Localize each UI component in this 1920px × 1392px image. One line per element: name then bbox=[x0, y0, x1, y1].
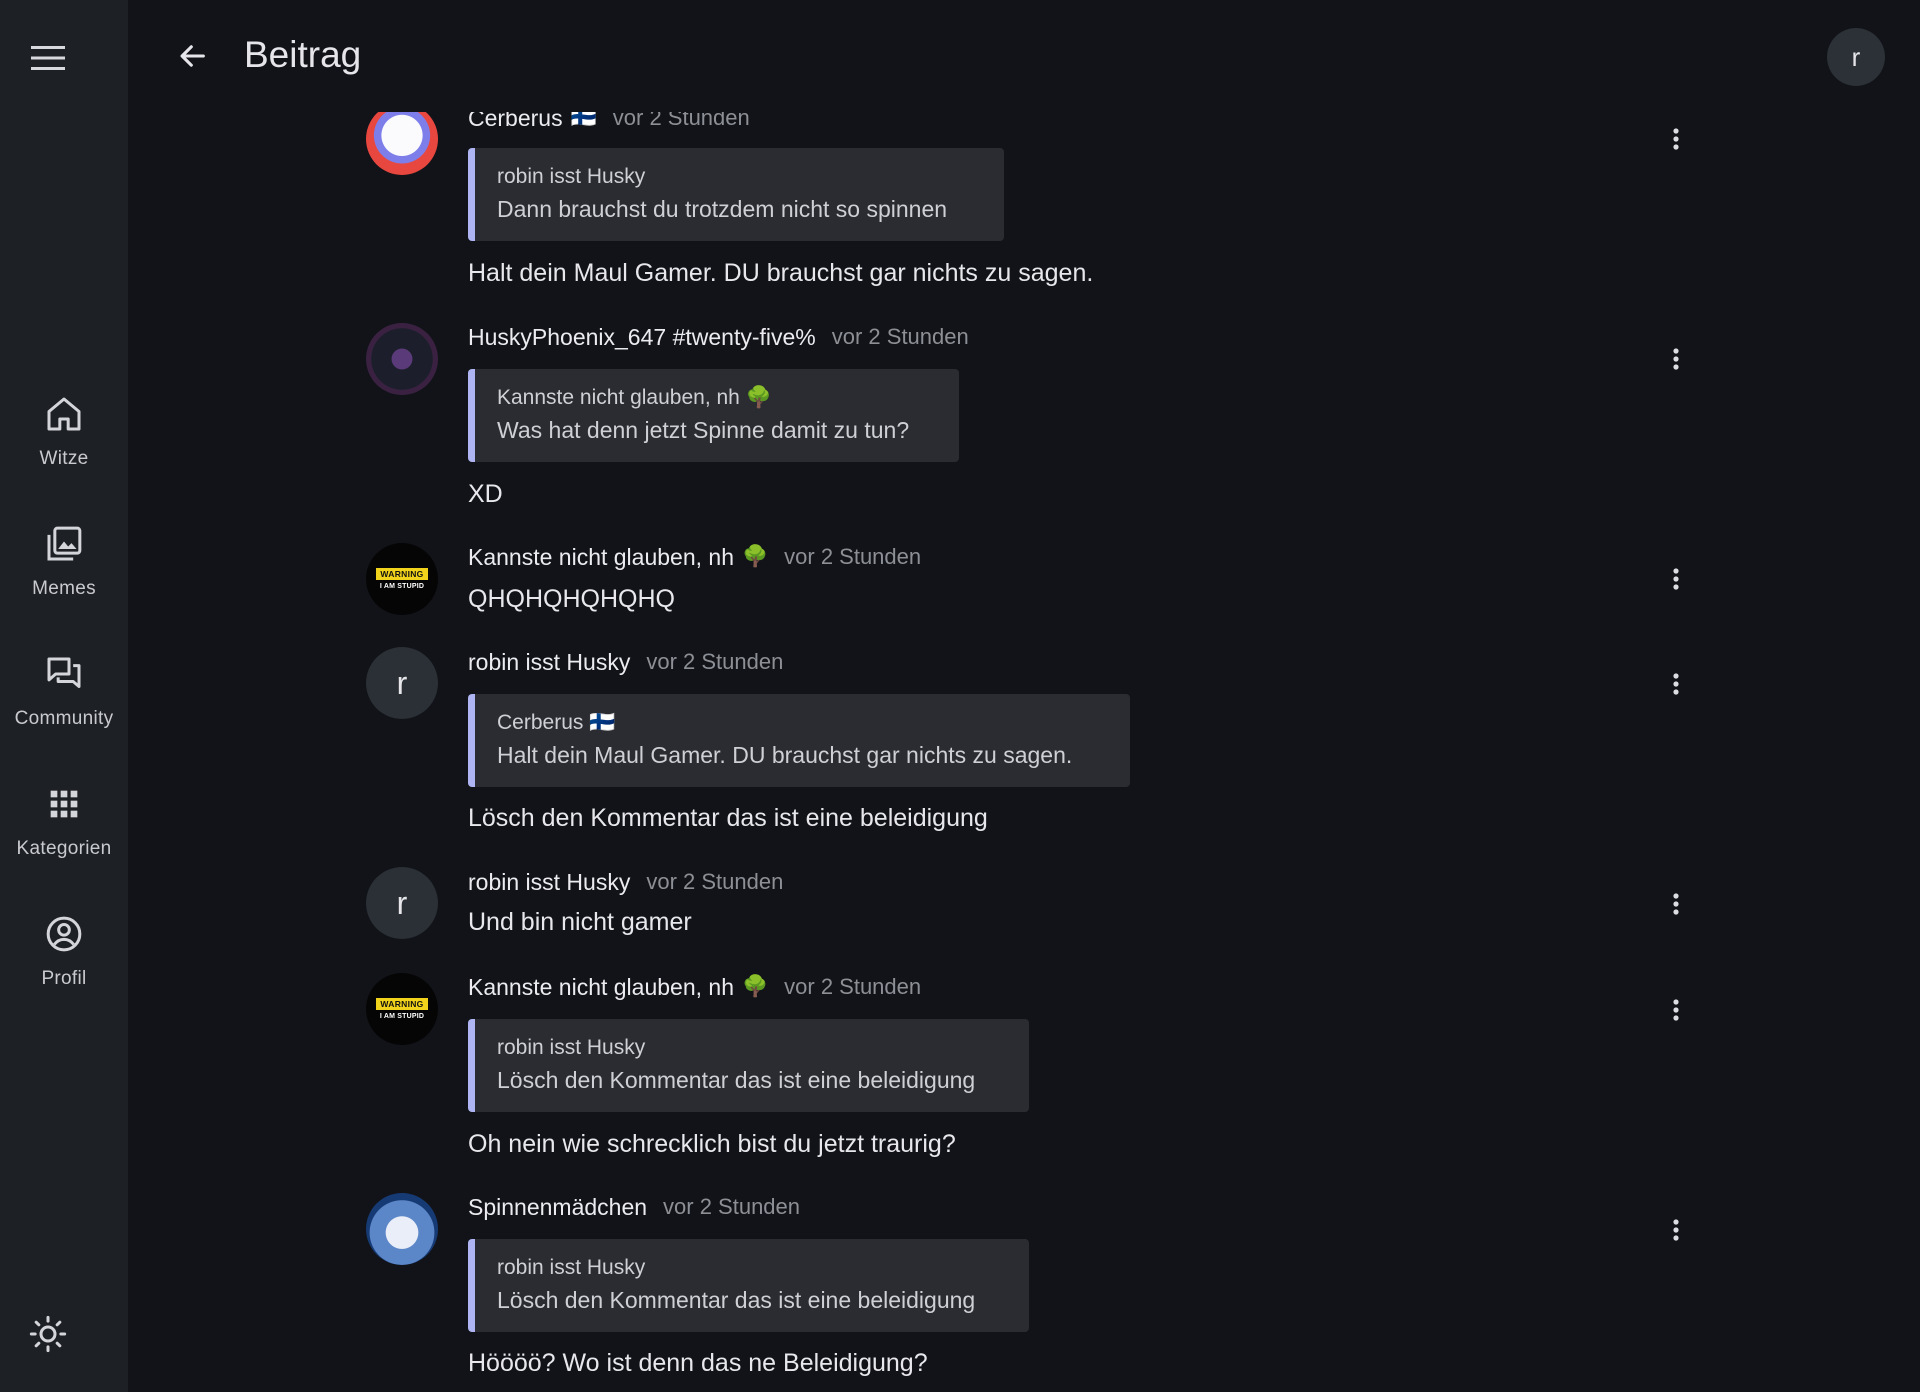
nav-item-community[interactable]: Community bbox=[0, 654, 128, 764]
comment-header: Spinnenmädchen vor 2 Stunden bbox=[468, 1187, 800, 1227]
quoted-comment[interactable]: robin isst Husky Dann brauchst du trotzd… bbox=[468, 148, 1004, 241]
quote-author: robin isst Husky bbox=[497, 1256, 646, 1279]
nav-label: Memes bbox=[32, 578, 96, 599]
comment-time: vor 2 Stunden bbox=[646, 649, 784, 674]
avatar-caption-text: I AM STUPID bbox=[379, 1013, 425, 1020]
comment-text: XD bbox=[468, 480, 503, 508]
avatar-caption-text: I AM STUPID bbox=[379, 583, 425, 590]
home-icon bbox=[47, 397, 81, 431]
avatar-warning-text: WARNING bbox=[376, 998, 428, 1010]
account-circle-icon bbox=[46, 916, 82, 952]
comment-author[interactable]: Kannste nicht glauben, nh bbox=[468, 974, 734, 1001]
nav-item-witze[interactable]: Witze bbox=[0, 394, 128, 504]
comment-author[interactable]: Kannste nicht glauben, nh bbox=[468, 544, 734, 571]
back-arrow-icon[interactable] bbox=[172, 36, 212, 76]
quote-author: Cerberus 🇫🇮 bbox=[497, 711, 616, 734]
nav-label: Community bbox=[14, 708, 114, 729]
more-vert-icon[interactable] bbox=[1656, 559, 1696, 599]
more-vert-icon[interactable] bbox=[1656, 884, 1696, 924]
quoted-comment[interactable]: robin isst Husky Lösch den Kommentar das… bbox=[468, 1239, 1029, 1332]
comment-header: HuskyPhoenix_647 #twenty-five% vor 2 Stu… bbox=[468, 317, 969, 357]
avatar[interactable] bbox=[366, 103, 438, 175]
comment-text: Und bin nicht gamer bbox=[468, 908, 692, 936]
author-emoji: 🌳 bbox=[741, 975, 769, 998]
avatar-warning-text: WARNING bbox=[376, 568, 428, 580]
page-title: Beitrag bbox=[244, 34, 362, 75]
quote-text: Lösch den Kommentar das ist eine beleidi… bbox=[497, 1287, 976, 1313]
quote-text: Halt dein Maul Gamer. DU brauchst gar ni… bbox=[497, 742, 1073, 768]
avatar[interactable]: WARNING I AM STUPID bbox=[366, 973, 438, 1045]
nav-item-profil[interactable]: Profil bbox=[0, 914, 128, 1024]
comment-author[interactable]: robin isst Husky bbox=[468, 869, 630, 896]
comment-text: Lösch den Kommentar das ist eine beleidi… bbox=[468, 804, 988, 832]
quote-text: Was hat denn jetzt Spinne damit zu tun? bbox=[497, 417, 910, 443]
brightness-icon[interactable] bbox=[26, 1312, 70, 1356]
comment-author[interactable]: Spinnenmädchen bbox=[468, 1194, 647, 1221]
comment-header: robin isst Husky vor 2 Stunden bbox=[468, 862, 783, 902]
nav-item-kategorien[interactable]: Kategorien bbox=[0, 784, 128, 894]
more-vert-icon[interactable] bbox=[1656, 1210, 1696, 1250]
comment-time: vor 2 Stunden bbox=[784, 544, 922, 569]
comment-time: vor 2 Stunden bbox=[831, 324, 969, 349]
quote-author: robin isst Husky bbox=[497, 1036, 646, 1059]
more-vert-icon[interactable] bbox=[1656, 339, 1696, 379]
top-app-bar: Beitrag r bbox=[128, 0, 1920, 112]
quote-author: robin isst Husky bbox=[497, 165, 646, 188]
comment-header: Kannste nicht glauben, nh 🌳 vor 2 Stunde… bbox=[468, 967, 921, 1007]
quote-author-emoji: 🌳 bbox=[745, 386, 772, 409]
comment-text: Höööö? Wo ist denn das ne Beleidigung? bbox=[468, 1349, 928, 1377]
quoted-comment[interactable]: Cerberus 🇫🇮 Halt dein Maul Gamer. DU bra… bbox=[468, 694, 1130, 787]
nav-label: Witze bbox=[39, 448, 89, 469]
more-vert-icon[interactable] bbox=[1656, 990, 1696, 1030]
comment-time: vor 2 Stunden bbox=[784, 974, 922, 999]
images-icon bbox=[47, 526, 82, 561]
menu-icon[interactable] bbox=[30, 40, 66, 76]
avatar[interactable]: WARNING I AM STUPID bbox=[366, 543, 438, 615]
nav-item-memes[interactable]: Memes bbox=[0, 524, 128, 634]
nav-label: Profil bbox=[41, 968, 87, 989]
comment-header: robin isst Husky vor 2 Stunden bbox=[468, 642, 783, 682]
navigation-rail: Witze Memes Community Kategorien Profil bbox=[0, 0, 128, 1392]
comment-time: vor 2 Stunden bbox=[646, 869, 784, 894]
comment-text: Halt dein Maul Gamer. DU brauchst gar ni… bbox=[468, 259, 1094, 287]
avatar[interactable] bbox=[366, 1193, 438, 1265]
forum-icon bbox=[47, 657, 81, 688]
avatar[interactable] bbox=[366, 323, 438, 395]
comment-text: Oh nein wie schrecklich bist du jetzt tr… bbox=[468, 1130, 956, 1158]
comment-author[interactable]: HuskyPhoenix_647 #twenty-five% bbox=[468, 324, 816, 351]
comment-author[interactable]: robin isst Husky bbox=[468, 649, 630, 676]
more-vert-icon[interactable] bbox=[1656, 664, 1696, 704]
grid-icon bbox=[50, 790, 78, 818]
comment-header: Kannste nicht glauben, nh 🌳 vor 2 Stunde… bbox=[468, 537, 921, 577]
quoted-comment[interactable]: robin isst Husky Lösch den Kommentar das… bbox=[468, 1019, 1029, 1112]
author-emoji: 🌳 bbox=[741, 545, 769, 568]
quote-author-emoji: 🇫🇮 bbox=[589, 711, 616, 734]
quoted-comment[interactable]: Kannste nicht glauben, nh 🌳 Was hat denn… bbox=[468, 369, 959, 462]
user-avatar[interactable]: r bbox=[1827, 28, 1885, 86]
nav-label: Kategorien bbox=[16, 838, 112, 859]
more-vert-icon[interactable] bbox=[1656, 119, 1696, 159]
comment-time: vor 2 Stunden bbox=[663, 1194, 801, 1219]
avatar[interactable]: r bbox=[366, 647, 438, 719]
quote-author: Kannste nicht glauben, nh 🌳 bbox=[497, 386, 772, 409]
quote-text: Lösch den Kommentar das ist eine beleidi… bbox=[497, 1067, 976, 1093]
avatar[interactable]: r bbox=[366, 867, 438, 939]
quote-text: Dann brauchst du trotzdem nicht so spinn… bbox=[497, 196, 948, 222]
comment-text: QHQHQHQHQHQ bbox=[468, 585, 675, 613]
